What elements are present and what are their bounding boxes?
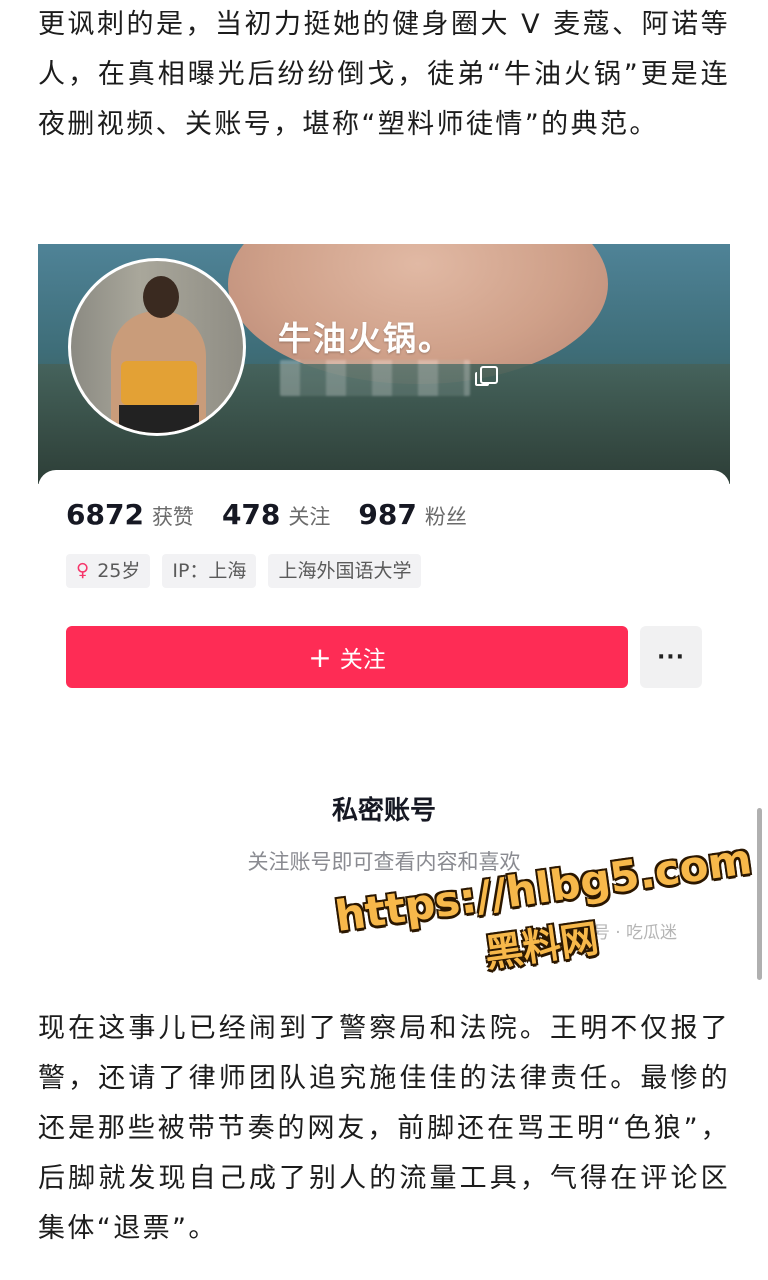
profile-username: 牛油火锅。	[278, 319, 453, 358]
stat-following[interactable]: 478 关注	[222, 498, 330, 531]
female-icon: ♀	[76, 560, 90, 581]
avatar-photo	[71, 261, 243, 433]
follow-button-label: 关注	[339, 647, 386, 673]
tag-school-label: 上海外国语大学	[278, 560, 412, 582]
more-icon[interactable]: ···	[640, 626, 702, 688]
stat-followers-value: 987	[358, 498, 417, 531]
follow-button[interactable]: + 关注	[66, 626, 628, 688]
scrollbar[interactable]	[757, 808, 762, 980]
blurred-account-id	[280, 360, 470, 396]
stat-followers-label: 粉丝	[424, 505, 467, 529]
stat-following-value: 478	[221, 498, 281, 531]
tag-age-label: 25岁	[97, 560, 141, 582]
avatar-figure-head	[143, 276, 179, 318]
stat-followers[interactable]: 987 粉丝	[358, 498, 466, 531]
stat-following-label: 关注	[288, 505, 331, 529]
tag-ip: IP：上海	[162, 554, 257, 588]
tag-ip-label: IP：上海	[172, 560, 247, 582]
article-paragraph-2: 现在这事儿已经闹到了警察局和法院。王明不仅报了警，还请了律师团队追究施佳佳的法律…	[38, 1013, 730, 1244]
profile-tags: ♀ 25岁 IP：上海 上海外国语大学	[66, 554, 433, 588]
stat-likes[interactable]: 6872 获赞	[66, 498, 194, 531]
avatar-figure-top	[121, 361, 197, 405]
avatar[interactable]	[68, 258, 246, 436]
tag-age: ♀ 25岁	[66, 554, 151, 588]
stat-likes-label: 获赞	[151, 505, 194, 529]
copy-icon[interactable]	[475, 366, 498, 386]
tag-school[interactable]: 上海外国语大学	[268, 554, 422, 588]
private-account-title: 私密账号	[331, 796, 436, 826]
profile-stats: 6872 获赞 478 关注 987 粉丝	[66, 498, 495, 531]
stat-likes-value: 6872	[66, 498, 144, 531]
plus-icon: +	[308, 640, 332, 674]
article-paragraph-1: 更讽刺的是，当初力挺她的健身圈大 V 麦蔻、阿诺等人，在真相曝光后纷纷倒戈，徒弟…	[38, 9, 730, 140]
avatar-figure-skirt	[119, 405, 199, 433]
